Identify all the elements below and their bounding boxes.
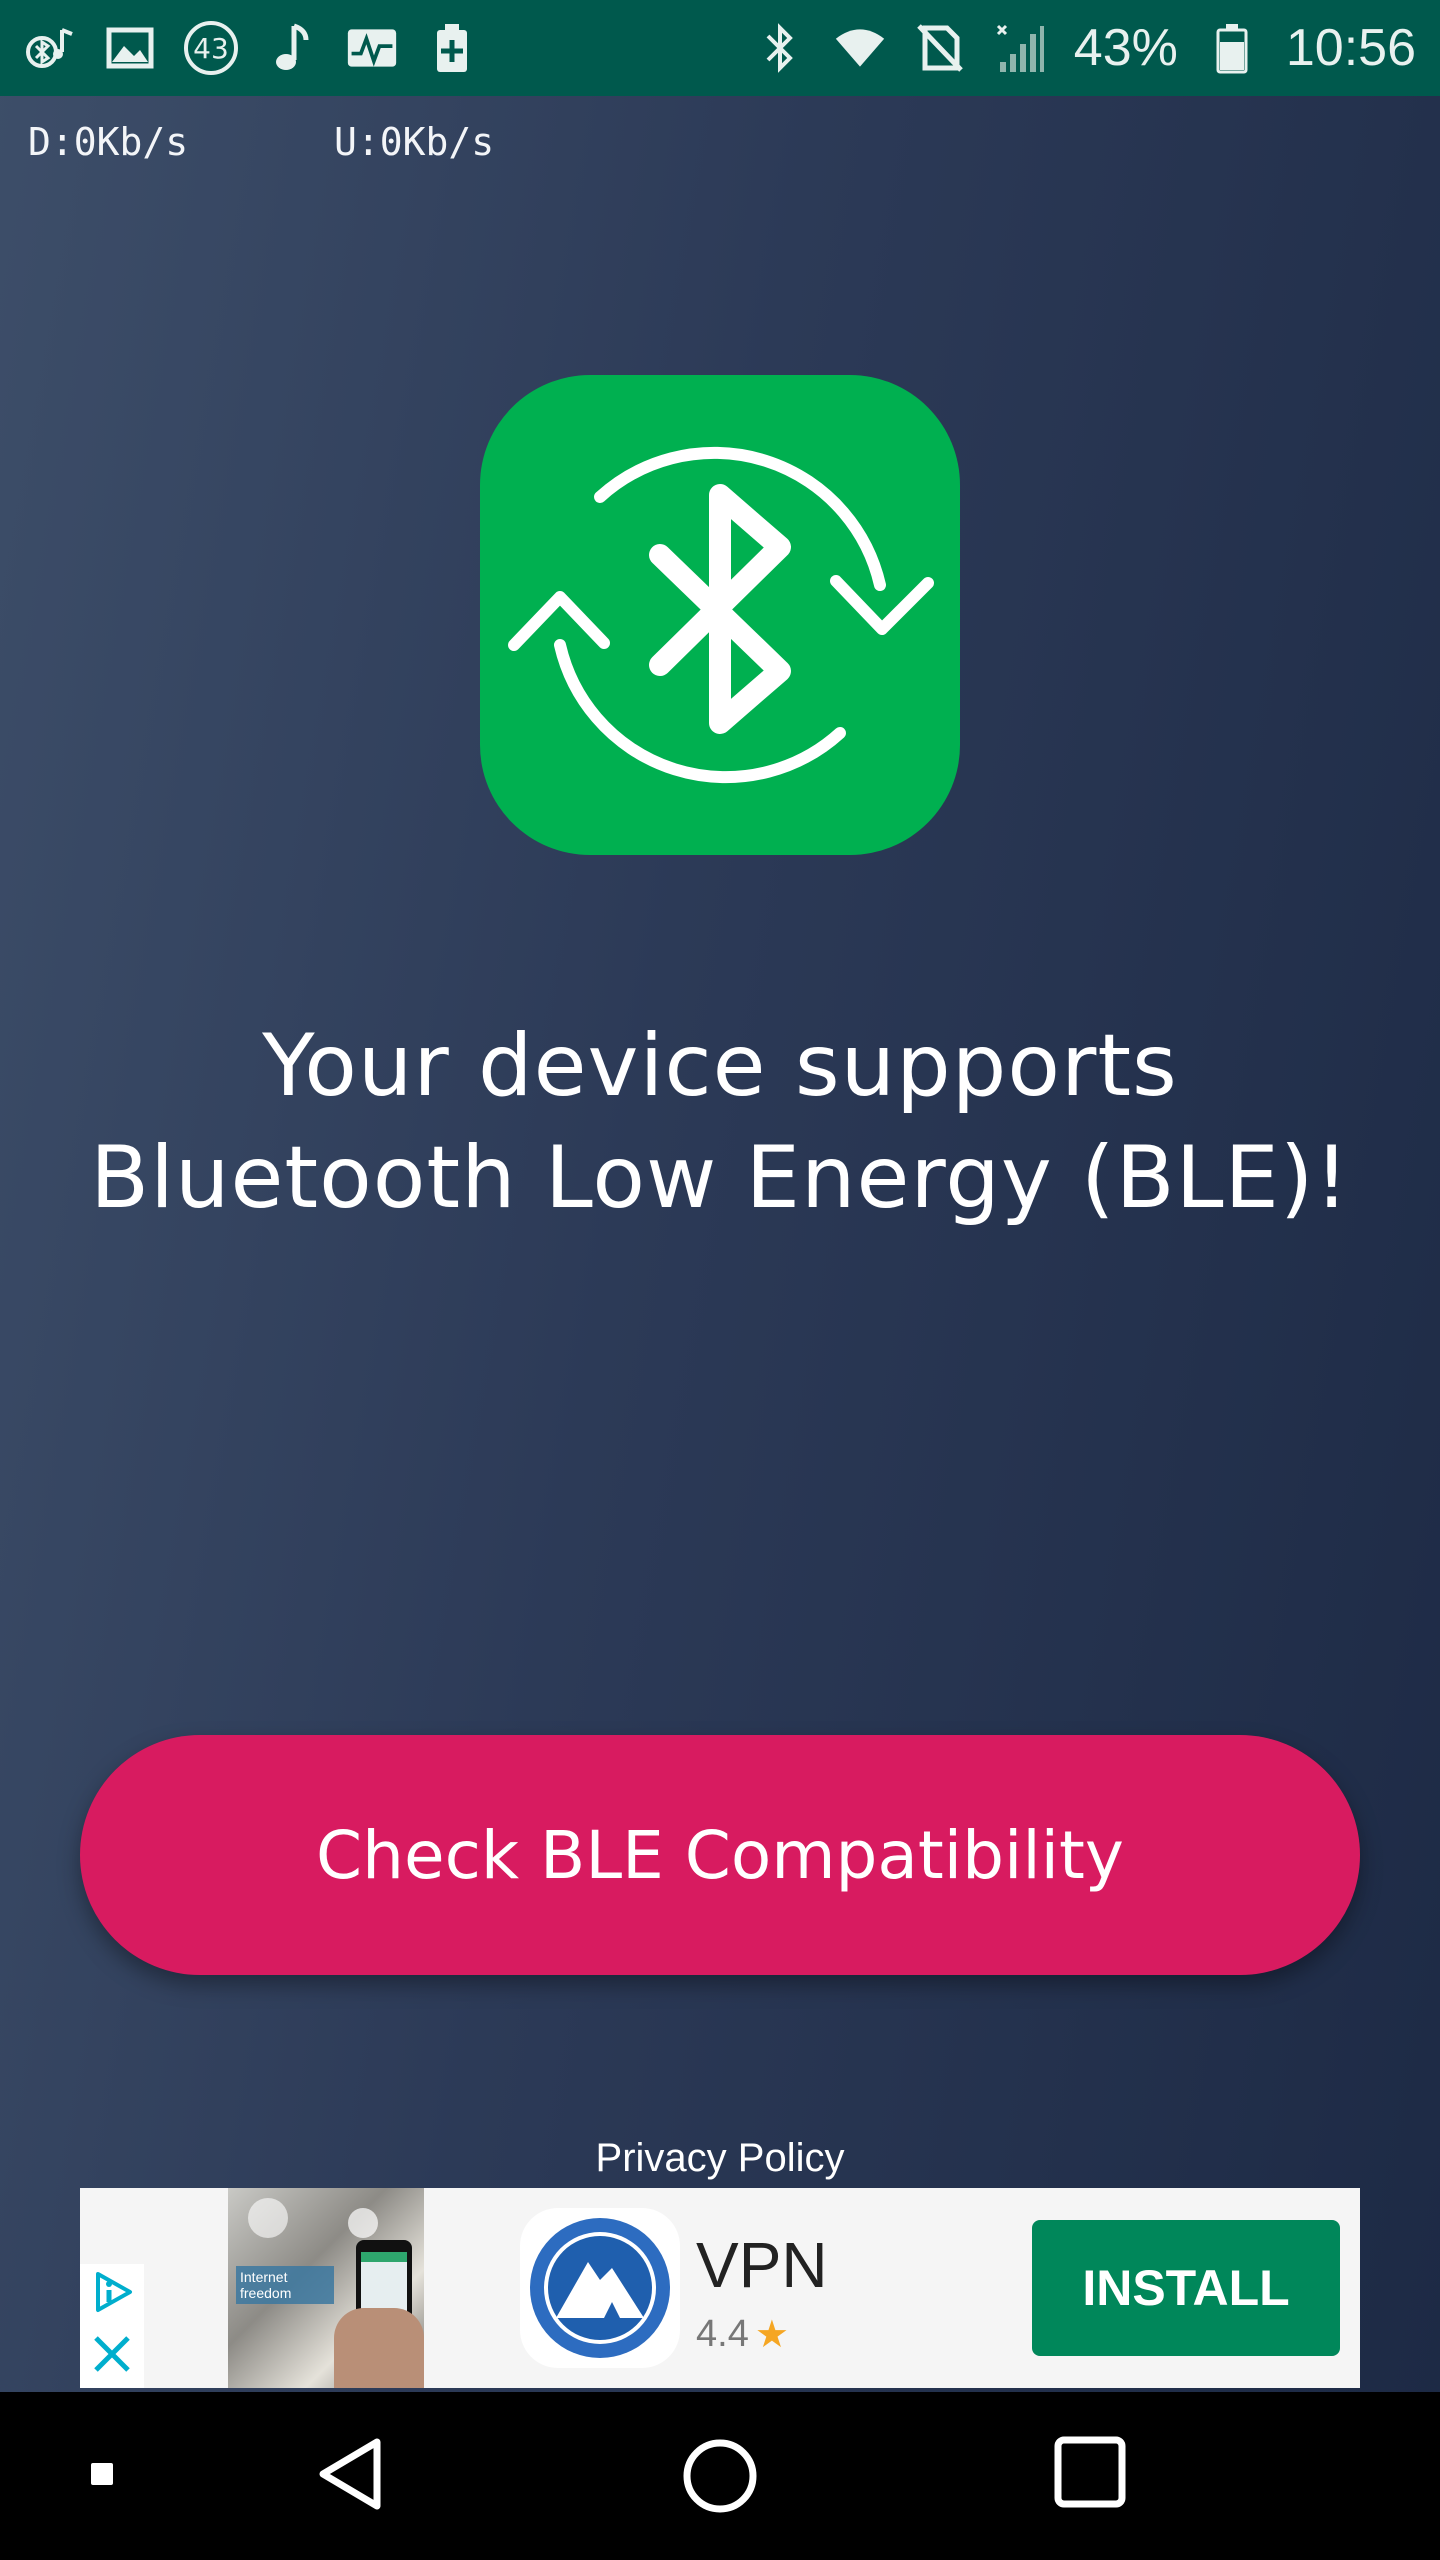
ad-photo-caption: Internet freedom [236,2266,334,2304]
signal-icon [994,22,1046,74]
check-ble-compatibility-button[interactable]: Check BLE Compatibility [80,1735,1360,1975]
back-button[interactable] [310,2432,390,2516]
badge-43-icon: 43 [184,21,238,75]
wifi-icon [834,22,886,74]
install-button[interactable]: INSTALL [1032,2220,1340,2356]
battery-icon [1206,22,1258,74]
ad-photo[interactable]: Internet freedom [228,2188,424,2388]
recents-square-icon [1054,2436,1126,2508]
activity-icon [346,22,398,74]
status-bar: 43 43% 10:56 [0,0,1440,96]
upload-speed: U:0Kb/s [334,120,495,164]
bluetooth-music-icon [24,22,76,74]
ad-choices-icon[interactable] [92,2270,134,2318]
star-icon: ★ [754,2314,789,2356]
no-sim-icon [914,22,966,74]
install-button-label: INSTALL [1082,2260,1290,2316]
download-speed: D:0Kb/s [28,120,189,164]
vpn-app-logo[interactable] [520,2208,680,2368]
battery-percent: 43% [1073,19,1178,77]
app-screen: 43 43% 10:56 D:0Kb/s U:0Kb/s Your device… [0,0,1440,2392]
back-triangle-icon [319,2438,381,2510]
ad-rating-value: 4.4 [696,2313,749,2355]
ad-rating: 4.4 ★ [696,2312,789,2357]
music-note-icon [266,22,318,74]
clock: 10:56 [1285,19,1416,77]
ad-close-icon[interactable] [92,2334,132,2378]
image-icon [104,22,156,74]
bluetooth-icon [754,22,806,74]
ad-choices[interactable] [80,2264,144,2388]
privacy-policy-link[interactable]: Privacy Policy [0,2136,1440,2181]
home-button[interactable] [676,2432,764,2520]
dock-button[interactable] [80,2452,124,2496]
navigation-bar [0,2392,1440,2560]
check-button-label: Check BLE Compatibility [316,1816,1124,1894]
ad-banner[interactable]: Internet freedom VPN 4.4 ★ INSTALL [80,2188,1360,2388]
status-bar-left: 43 [24,21,478,75]
compatibility-headline: Your device supports Bluetooth Low Energ… [0,1010,1440,1234]
square-dot-icon [91,2463,113,2485]
status-bar-right: 43% 10:56 [754,18,1416,78]
headline-line-1: Your device supports [262,1016,1178,1116]
battery-plus-icon [426,22,478,74]
ad-app-name[interactable]: VPN [696,2228,828,2302]
headline-line-2: Bluetooth Low Energy (BLE)! [90,1128,1350,1228]
bluetooth-sync-icon [480,375,960,855]
recents-button[interactable] [1050,2432,1130,2512]
home-circle-icon [683,2439,757,2513]
